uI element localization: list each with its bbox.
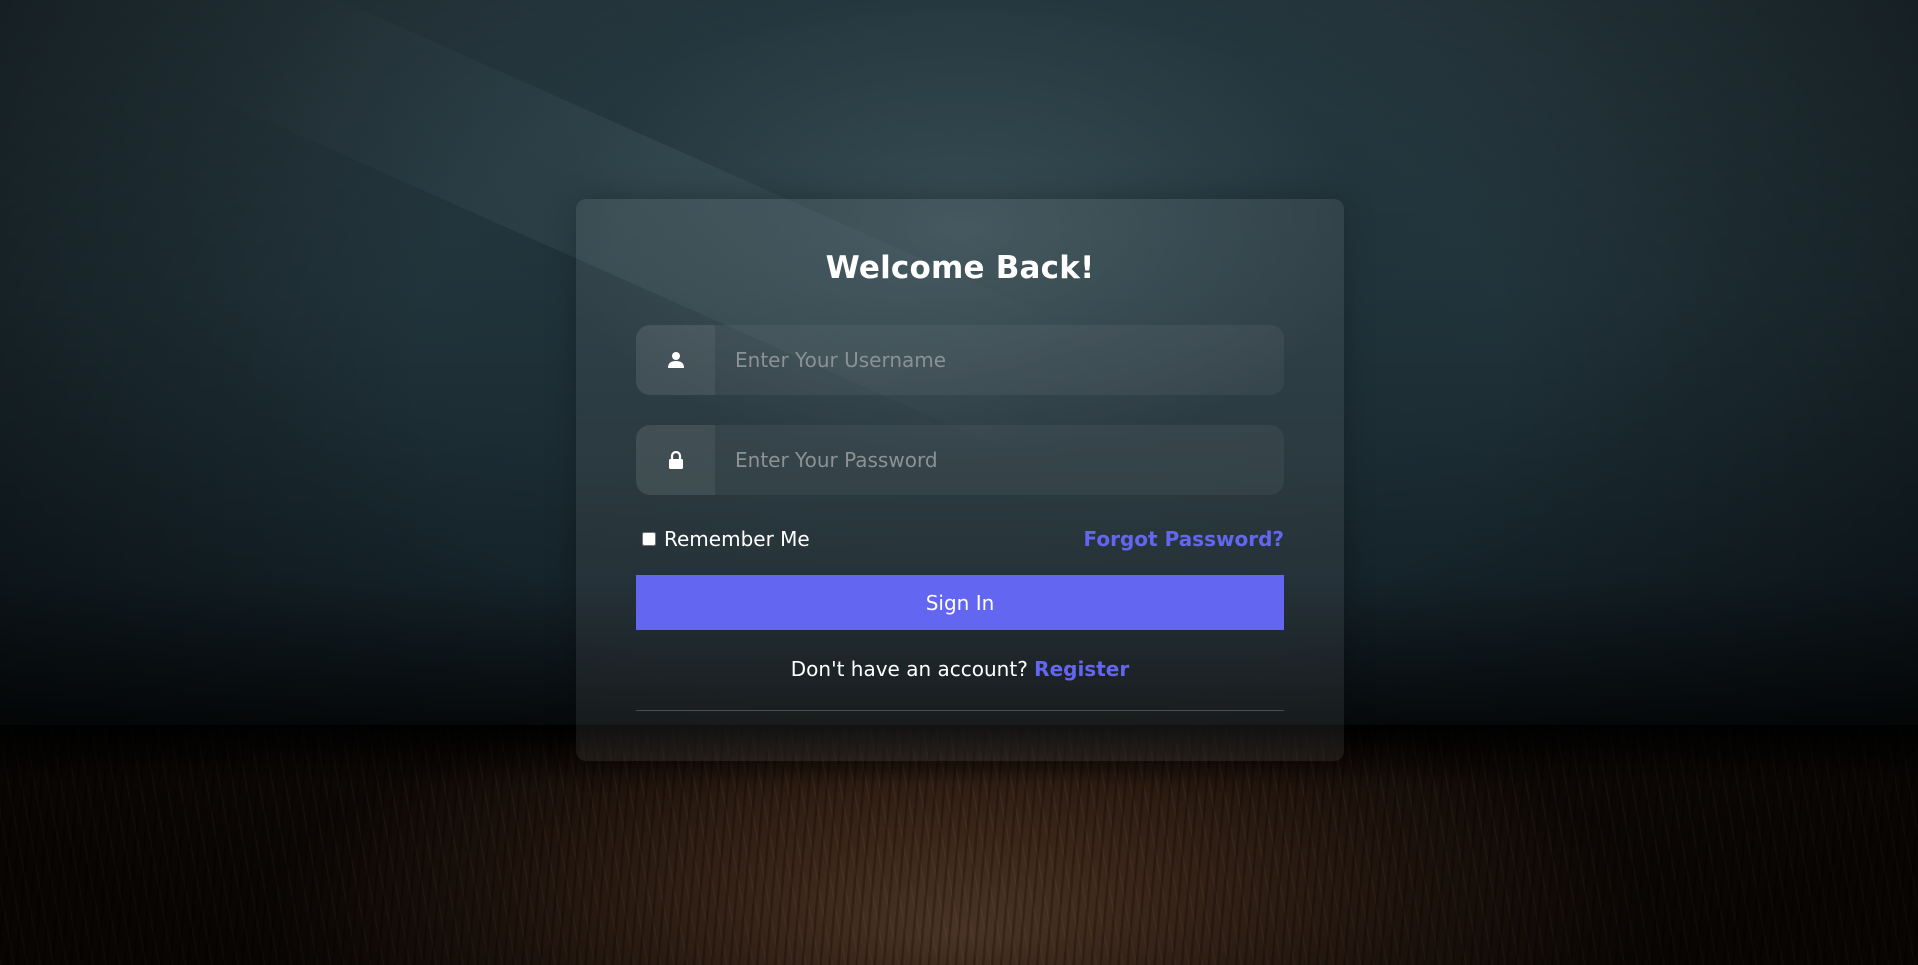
sign-in-button[interactable]: Sign In [636, 575, 1284, 630]
remember-me[interactable]: Remember Me [642, 527, 810, 551]
login-options-row: Remember Me Forgot Password? [636, 527, 1284, 551]
password-field[interactable] [636, 425, 1284, 495]
register-link[interactable]: Register [1034, 657, 1129, 681]
forgot-password-link[interactable]: Forgot Password? [1084, 527, 1284, 551]
username-input[interactable] [715, 325, 1284, 395]
user-icon [636, 325, 715, 395]
password-input[interactable] [715, 425, 1284, 495]
register-prompt-text: Don't have an account? [790, 657, 1028, 681]
remember-me-label: Remember Me [664, 527, 810, 551]
remember-me-checkbox[interactable] [642, 532, 656, 546]
login-card: Welcome Back! Remember Me Forgot Passwor… [576, 199, 1344, 761]
lock-icon [636, 425, 715, 495]
login-title: Welcome Back! [825, 250, 1095, 286]
username-field[interactable] [636, 325, 1284, 395]
register-prompt-row: Don't have an account? Register [576, 657, 1344, 681]
divider [636, 710, 1284, 711]
